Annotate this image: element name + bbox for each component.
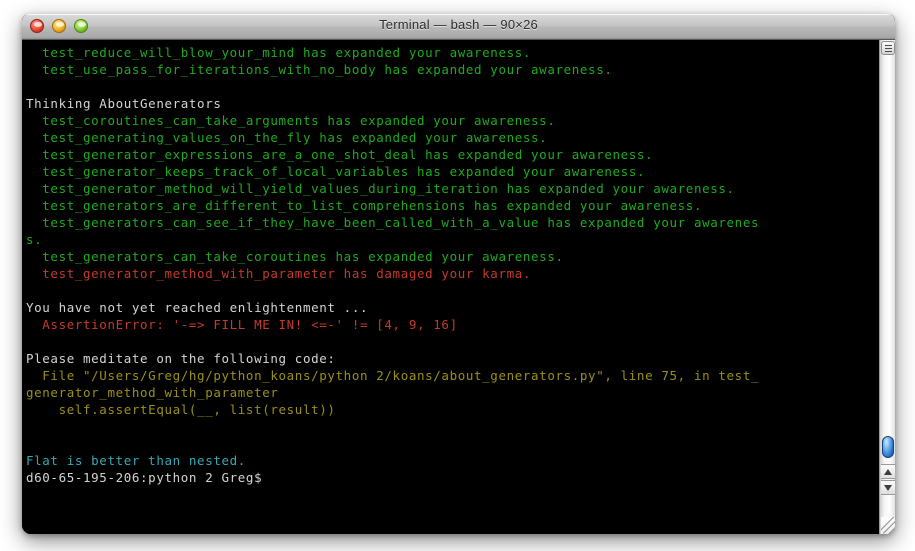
terminal-line: You have not yet reached enlightenment .… (26, 300, 369, 315)
terminal-line: test_coroutines_can_take_arguments has e… (26, 113, 556, 128)
terminal-line: s. (26, 232, 43, 247)
terminal-body: test_reduce_will_blow_your_mind has expa… (22, 40, 895, 534)
terminal-line: d60-65-195-206:python 2 Greg$ (26, 470, 263, 485)
terminal-line: test_generators_can_take_coroutines has … (26, 249, 564, 264)
terminal-line: Please meditate on the following code: (26, 351, 336, 366)
window-resize-grip[interactable] (881, 517, 895, 534)
terminal-window: Terminal — bash — 90×26 test_reduce_will… (22, 14, 895, 534)
terminal-line: Thinking AboutGenerators (26, 96, 222, 111)
terminal-line: test_generator_method_with_parameter has… (26, 266, 532, 281)
window-title: Terminal — bash — 90×26 (379, 17, 538, 32)
terminal-line: test_reduce_will_blow_your_mind has expa… (26, 45, 532, 60)
screen: Terminal — bash — 90×26 test_reduce_will… (0, 0, 915, 551)
terminal-line: AssertionError: '-=> FILL ME IN! <=-' !=… (26, 317, 458, 332)
menu-line-icon (885, 45, 892, 46)
terminal-output[interactable]: test_reduce_will_blow_your_mind has expa… (22, 40, 852, 534)
terminal-line: generator_method_with_parameter (26, 385, 279, 400)
terminal-line: test_generators_can_see_if_they_have_bee… (26, 215, 760, 230)
menu-line-icon (885, 48, 892, 49)
terminal-line: Flat is better than nested. (26, 453, 246, 468)
vertical-scrollbar[interactable] (879, 40, 895, 534)
terminal-line: test_generator_expressions_are_a_one_sho… (26, 147, 654, 162)
terminal-line: File "/Users/Greg/hg/python_koans/python… (26, 368, 760, 383)
menu-line-icon (885, 51, 892, 52)
scroll-down-arrow-icon[interactable] (881, 480, 895, 495)
terminal-line: test_use_pass_for_iterations_with_no_bod… (26, 62, 613, 77)
window-titlebar[interactable]: Terminal — bash — 90×26 (22, 14, 895, 40)
terminal-line: test_generators_are_different_to_list_co… (26, 198, 703, 213)
terminal-line: test_generating_values_on_the_fly has ex… (26, 130, 548, 145)
terminal-line: self.assertEqual(__, list(result)) (26, 402, 336, 417)
scrollbar-thumb[interactable] (882, 436, 894, 458)
titlebar-highlight (22, 14, 895, 15)
terminal-line: test_generator_method_will_yield_values_… (26, 181, 735, 196)
terminal-line: test_generator_keeps_track_of_local_vari… (26, 164, 646, 179)
scroll-up-arrow-icon[interactable] (881, 464, 895, 479)
scrollbar-options-button[interactable] (881, 41, 895, 55)
